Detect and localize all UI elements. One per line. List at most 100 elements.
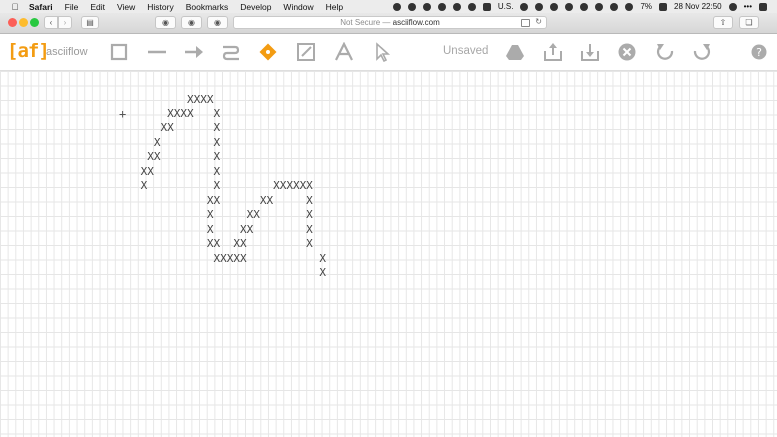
undo-icon	[656, 44, 674, 60]
export-icon	[581, 44, 599, 61]
ascii-line: XX X	[134, 165, 221, 178]
ascii-line: XX X	[134, 121, 221, 134]
menu-view[interactable]: View	[117, 2, 135, 12]
import-icon	[544, 43, 562, 61]
ascii-line: X X	[134, 136, 221, 149]
resize-tool-button[interactable]	[296, 42, 316, 62]
reader-icon[interactable]	[521, 19, 530, 27]
share-button[interactable]: ⇧	[713, 16, 733, 29]
zoom-window-button[interactable]	[30, 18, 39, 27]
export-button[interactable]	[580, 42, 600, 62]
clock[interactable]: 28 Nov 22:50	[674, 2, 722, 11]
freeform-icon	[222, 45, 240, 61]
extension-icon-1: ◉	[162, 18, 169, 27]
menu-develop[interactable]: Develop	[240, 2, 271, 12]
app-logo: [af]	[7, 40, 50, 62]
reload-icon[interactable]: ↻	[535, 17, 542, 26]
arrow-icon	[185, 46, 203, 58]
menu-edit[interactable]: Edit	[90, 2, 105, 12]
app-name: asciiflow	[46, 46, 88, 58]
cursor-icon	[376, 42, 391, 62]
text-tool-button[interactable]	[334, 42, 354, 62]
sidebar-icon: ▤	[86, 18, 94, 27]
crosshair-cursor-icon: +	[119, 107, 127, 121]
line-tool-button[interactable]	[147, 42, 167, 62]
help-icon: ?	[751, 44, 767, 60]
wifi-icon[interactable]	[625, 2, 634, 11]
user-icon[interactable]	[728, 2, 737, 11]
freeform-tool-button[interactable]	[221, 42, 241, 62]
battery-icon[interactable]	[659, 2, 667, 11]
status-icon-9[interactable]	[535, 2, 544, 11]
import-button[interactable]	[543, 42, 563, 62]
minimize-window-button[interactable]	[19, 18, 28, 27]
sidebar-button[interactable]: ▤	[81, 16, 99, 29]
clear-icon	[618, 43, 636, 61]
search-icon[interactable]	[565, 2, 574, 11]
menu-help[interactable]: Help	[326, 2, 343, 12]
status-icon-13[interactable]	[595, 2, 604, 11]
ascii-line: XX XX X	[134, 237, 313, 250]
erase-tool-button[interactable]	[258, 42, 278, 62]
extension-button-3[interactable]: ◉	[207, 16, 228, 29]
ascii-line: X	[134, 266, 327, 279]
drive-button[interactable]	[505, 42, 525, 62]
resize-icon	[297, 43, 315, 61]
menu-history[interactable]: History	[147, 2, 173, 12]
drive-icon	[506, 45, 524, 60]
close-window-button[interactable]	[8, 18, 17, 27]
forward-button[interactable]: ›	[58, 16, 72, 29]
address-bar[interactable]: Not Secure — asciiflow.com ↻	[233, 16, 547, 29]
security-label: Not Secure —	[340, 18, 391, 27]
tabs-icon: ❏	[745, 18, 753, 27]
extension-icon-2: ◉	[188, 18, 195, 27]
bluetooth-icon[interactable]	[610, 2, 619, 11]
status-area: U.S. 7% 28 Nov 22:50 •••	[392, 2, 777, 11]
box-tool-button[interactable]	[109, 42, 129, 62]
app-toolbar: [af] asciiflow Unsaved ?	[0, 34, 777, 71]
input-locale[interactable]: U.S.	[498, 2, 514, 11]
cloud-icon[interactable]	[437, 2, 446, 11]
ascii-line: X X XXXXXX	[134, 179, 313, 192]
help-button[interactable]: ?	[749, 42, 769, 62]
list-icon[interactable]	[759, 2, 767, 11]
battery-percent[interactable]: 7%	[640, 2, 652, 11]
status-icon-2[interactable]	[407, 2, 416, 11]
flag-icon[interactable]	[482, 2, 491, 11]
undo-button[interactable]	[655, 42, 675, 62]
menu-file[interactable]: File	[65, 2, 79, 12]
extension-button-2[interactable]: ◉	[181, 16, 202, 29]
macos-menu-bar:  Safari File Edit View History Bookmark…	[0, 0, 777, 13]
redo-icon	[693, 44, 711, 60]
ascii-line: XX XX X	[134, 194, 313, 207]
menu-app[interactable]: Safari	[29, 2, 53, 12]
menu-bookmarks[interactable]: Bookmarks	[186, 2, 229, 12]
box-icon	[110, 43, 128, 61]
browser-toolbar: ‹ › ▤ ◉ ◉ ◉ Not Secure — asciiflow.com ↻…	[0, 13, 777, 34]
more-icon[interactable]: •••	[744, 2, 752, 11]
ascii-line: XXXXX X	[134, 252, 327, 265]
ascii-line: X XX X	[134, 208, 313, 221]
extension-button-1[interactable]: ◉	[155, 16, 176, 29]
back-button[interactable]: ‹	[44, 16, 58, 29]
drawing-canvas[interactable]: + XXXX XXXX X XX X X X XX X XX X X X XXX…	[0, 71, 777, 437]
status-icon-8[interactable]	[520, 2, 529, 11]
line-icon	[148, 50, 166, 54]
status-icon-10[interactable]	[550, 2, 559, 11]
status-icon-6[interactable]	[467, 2, 476, 11]
menu-window[interactable]: Window	[283, 2, 313, 12]
tab-overview-button[interactable]: ❏	[739, 16, 759, 29]
redo-button[interactable]	[692, 42, 712, 62]
status-icon-1[interactable]	[392, 2, 401, 11]
select-tool-button[interactable]	[372, 42, 392, 62]
url-host: asciiflow.com	[392, 18, 440, 27]
arrow-tool-button[interactable]	[184, 42, 204, 62]
ascii-line: XX X	[134, 150, 221, 163]
status-icon-5[interactable]	[452, 2, 461, 11]
chevron-right-icon: ›	[63, 18, 67, 27]
svg-text:?: ?	[756, 46, 762, 59]
apple-icon[interactable]: 	[9, 2, 21, 12]
status-icon-3[interactable]	[422, 2, 431, 11]
clear-button[interactable]	[617, 42, 637, 62]
status-icon-12[interactable]	[580, 2, 589, 11]
